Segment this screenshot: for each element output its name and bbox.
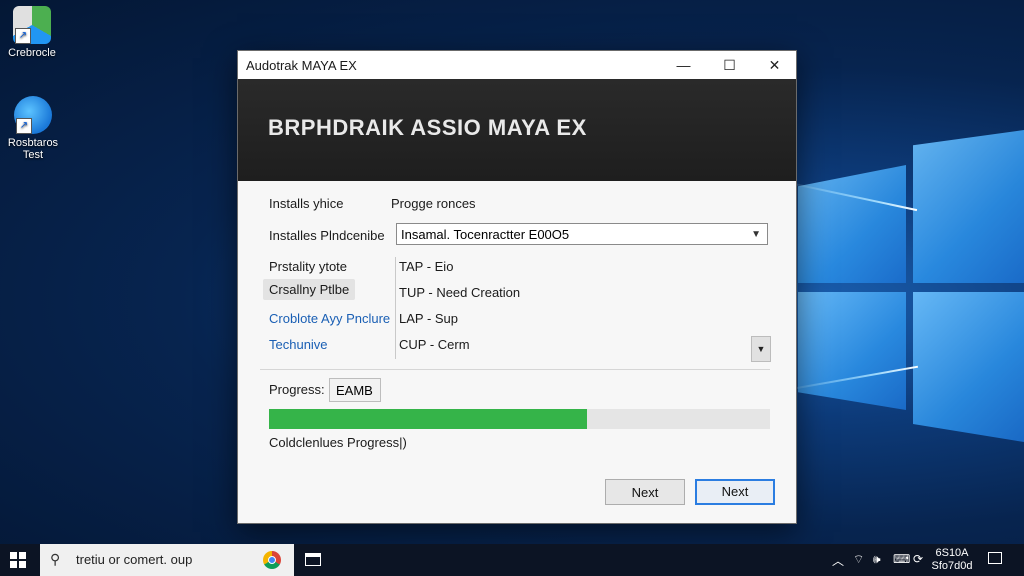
- option-value-croblote: LAP - Sup: [399, 311, 459, 326]
- search-icon: ⚲: [50, 551, 61, 567]
- sync-icon[interactable]: ⟳: [913, 552, 923, 566]
- wallpaper-pane-top-right: [913, 130, 1024, 283]
- taskbar-search-box[interactable]: ⚲ tretiu or comert. oup: [40, 544, 294, 576]
- window-title: Audotrak MAYA EX: [246, 57, 357, 73]
- option-value-prstality: TAP - Eio: [399, 259, 454, 274]
- option-link-croblote[interactable]: Croblote Ayy Pnclure: [269, 311, 390, 326]
- notification-icon[interactable]: [988, 552, 1002, 564]
- option-link-techunive[interactable]: Techunive: [269, 337, 328, 352]
- minimize-button[interactable]: —: [661, 51, 706, 79]
- progress-value-box: EAMB: [329, 378, 381, 402]
- install-choice-label: Installs yhice: [269, 196, 344, 211]
- windows-start-icon[interactable]: [10, 552, 26, 568]
- back-button[interactable]: Next: [605, 479, 685, 505]
- desktop-icon-label: Crebrocle: [8, 47, 56, 59]
- installs-dropdown[interactable]: Insamal. Tocenractter E00O5 ▼: [396, 223, 768, 245]
- clock-date: Sfo7d0d: [931, 560, 973, 572]
- option-label-crsallny[interactable]: Crsallny Ptlbe: [263, 279, 356, 300]
- chrome-like-icon: ↗: [13, 6, 51, 44]
- desktop-icon-crebrocle[interactable]: ↗ Crebrocle: [0, 6, 67, 59]
- edge-like-icon: ↗: [14, 96, 52, 134]
- installs-dropdown-value: Insamal. Tocenractter E00O5: [401, 227, 570, 242]
- chevron-up-icon[interactable]: ︿: [832, 552, 844, 569]
- search-placeholder: tretiu or comert. oup: [76, 552, 193, 567]
- install-choice-value: Progge ronces: [391, 196, 476, 211]
- installer-body: Installs yhice Progge ronces Installes P…: [238, 181, 796, 523]
- wallpaper-pane-bottom-right: [913, 292, 1024, 442]
- wallpaper-pane-top-left: [798, 165, 906, 283]
- wallpaper-pane-bottom-left: [798, 292, 906, 410]
- installs-label: Installes Plndcenibe: [269, 228, 385, 243]
- scroll-down-button[interactable]: ▼: [751, 336, 771, 362]
- installer-window: Audotrak MAYA EX — ☐ ✕ BRPHDRAIK ASSIO M…: [237, 50, 797, 524]
- progress-bar-fill: [269, 409, 587, 429]
- banner-title: BRPHDRAIK ASSIO MAYA EX: [268, 115, 587, 140]
- option-value-techunive: CUP - Cerm: [399, 337, 470, 352]
- progress-label: Progress:: [269, 382, 325, 397]
- language-icon[interactable]: ⌨: [893, 552, 910, 566]
- window-titlebar[interactable]: Audotrak MAYA EX — ☐ ✕: [238, 51, 796, 79]
- options-divider: [395, 257, 396, 359]
- progress-bar: [269, 409, 770, 429]
- shortcut-arrow-icon: ↗: [15, 28, 31, 44]
- installer-banner: BRPHDRAIK ASSIO MAYA EX: [238, 79, 796, 181]
- chevron-down-icon: ▼: [751, 229, 761, 240]
- next-button[interactable]: Next: [695, 479, 775, 505]
- progress-value: EAMB: [336, 383, 373, 398]
- section-divider: [260, 369, 770, 370]
- chrome-icon[interactable]: [263, 551, 281, 569]
- option-label-prstality[interactable]: Prstality ytote: [269, 259, 347, 274]
- shortcut-arrow-icon: ↗: [16, 118, 32, 134]
- network-icon[interactable]: ⌔: [853, 552, 864, 567]
- speaker-icon[interactable]: 🕪: [873, 552, 881, 567]
- desktop-icon-label: Rosbtaros Test: [7, 137, 59, 161]
- status-text: Coldclenlues Progress|): [269, 435, 407, 450]
- clock-time: 6S10A: [935, 547, 969, 559]
- maximize-button[interactable]: ☐: [707, 51, 752, 79]
- option-value-crsallny: TUP - Need Creation: [399, 285, 521, 300]
- app-window-icon[interactable]: [305, 553, 321, 566]
- taskbar: ⚲ tretiu or comert. oup ︿ ⌔ 🕪 ⌨ ⟳ 6S10A …: [0, 544, 1024, 576]
- close-button[interactable]: ✕: [752, 51, 797, 79]
- taskbar-clock[interactable]: 6S10A Sfo7d0d: [930, 547, 974, 573]
- desktop-icon-rosbtaros-test[interactable]: ↗ Rosbtaros Test: [0, 96, 69, 161]
